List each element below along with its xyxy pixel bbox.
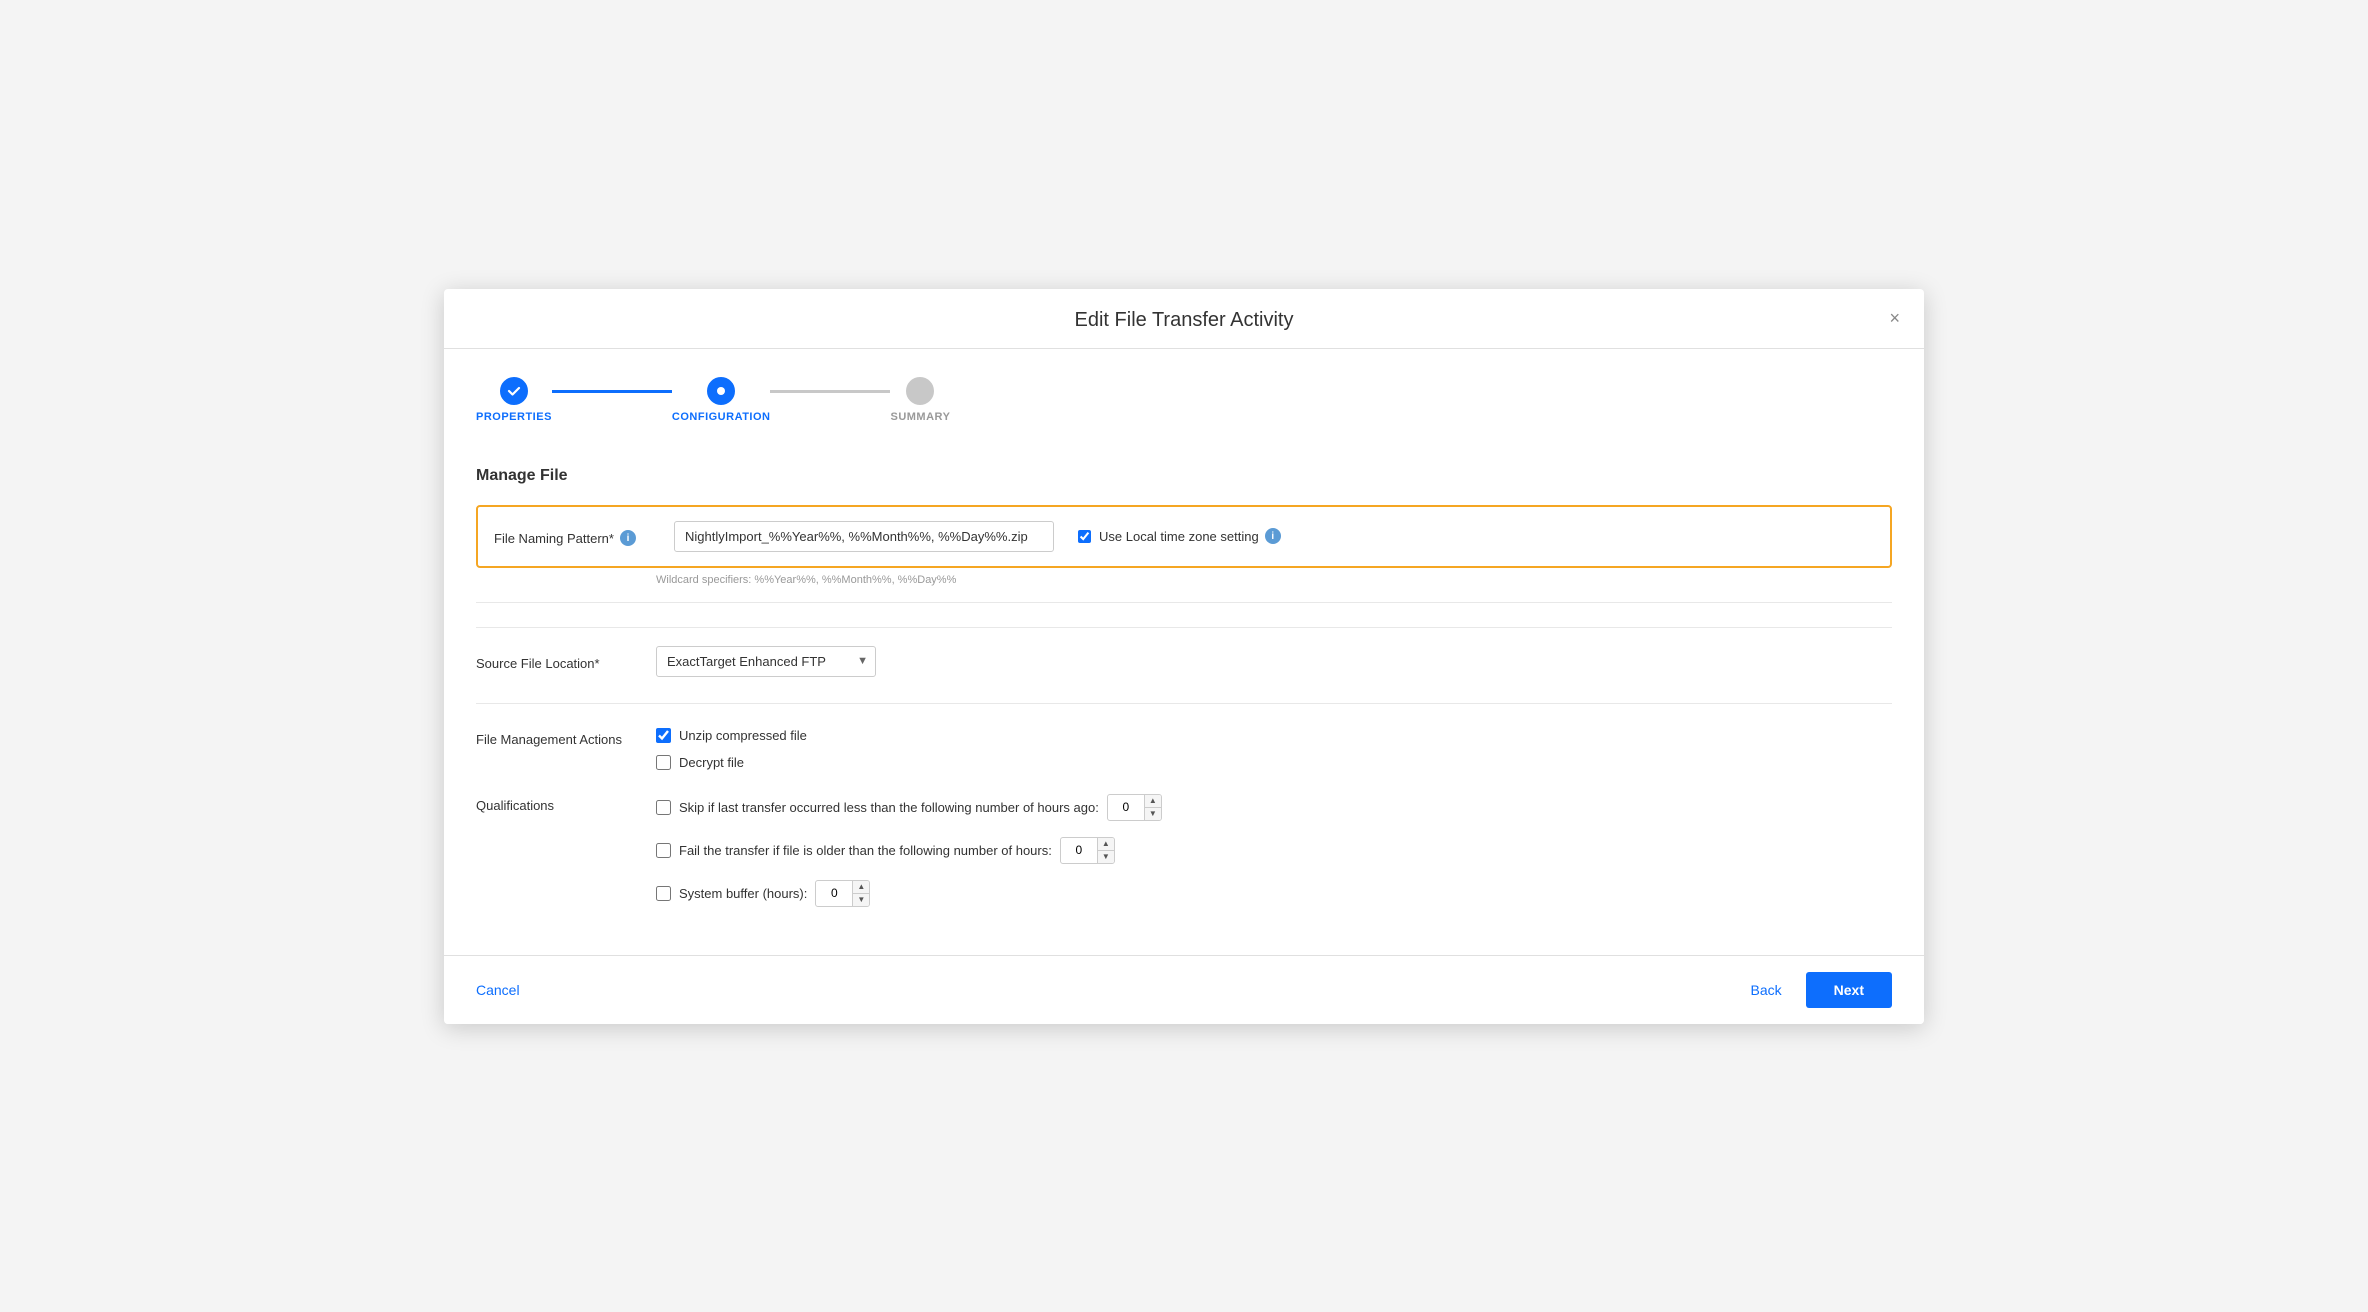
- skip-transfer-input[interactable]: [1108, 796, 1144, 818]
- skip-transfer-spinbox-btns: ▲ ▼: [1144, 795, 1161, 820]
- source-file-label: Source File Location*: [476, 652, 656, 671]
- connector-1: [552, 390, 672, 393]
- decrypt-label: Decrypt file: [679, 755, 744, 770]
- fail-transfer-label: Fail the transfer if file is older than …: [679, 843, 1052, 858]
- fail-transfer-row: Fail the transfer if file is older than …: [656, 837, 1162, 864]
- timezone-label: Use Local time zone setting i: [1099, 528, 1281, 544]
- step-label-properties: PROPERTIES: [476, 411, 552, 423]
- stepper: PROPERTIES CONFIGURATION SUMMARY: [444, 349, 1924, 443]
- buffer-decrement[interactable]: ▼: [853, 894, 869, 906]
- connector-2: [770, 390, 890, 393]
- step-circle-properties: [500, 377, 528, 405]
- source-file-select[interactable]: ExactTarget Enhanced FTP FTP SFTP: [656, 646, 876, 677]
- fail-transfer-input[interactable]: [1061, 839, 1097, 861]
- unzip-checkbox-row: Unzip compressed file: [656, 728, 807, 743]
- skip-transfer-checkbox[interactable]: [656, 800, 671, 815]
- file-naming-input[interactable]: [674, 521, 1054, 552]
- step-label-summary: SUMMARY: [890, 411, 950, 423]
- skip-transfer-decrement[interactable]: ▼: [1145, 808, 1161, 820]
- skip-transfer-spinbox: ▲ ▼: [1107, 794, 1162, 821]
- divider-1: [476, 602, 1892, 603]
- divider-2: [476, 703, 1892, 704]
- buffer-label: System buffer (hours):: [679, 886, 807, 901]
- modal-container: Edit File Transfer Activity × PROPERTIES…: [444, 289, 1924, 1024]
- source-file-select-wrapper: ExactTarget Enhanced FTP FTP SFTP ▼: [656, 646, 876, 677]
- qualifications-section: Qualifications Skip if last transfer occ…: [476, 794, 1892, 907]
- fail-transfer-increment[interactable]: ▲: [1098, 838, 1114, 851]
- step-circle-configuration: [707, 377, 735, 405]
- file-management-label: File Management Actions: [476, 728, 656, 770]
- fail-transfer-decrement[interactable]: ▼: [1098, 851, 1114, 863]
- decrypt-checkbox[interactable]: [656, 755, 671, 770]
- buffer-increment[interactable]: ▲: [853, 881, 869, 894]
- qualifications-label: Qualifications: [476, 794, 656, 907]
- timezone-checkbox-group: Use Local time zone setting i: [1078, 528, 1281, 544]
- fail-transfer-spinbox-btns: ▲ ▼: [1097, 838, 1114, 863]
- modal-title: Edit File Transfer Activity: [1075, 309, 1294, 332]
- timezone-info-icon[interactable]: i: [1265, 528, 1281, 544]
- footer-right: Back Next: [1739, 972, 1892, 1008]
- step-configuration: CONFIGURATION: [672, 377, 771, 423]
- cancel-button[interactable]: Cancel: [476, 974, 520, 1006]
- decrypt-checkbox-row: Decrypt file: [656, 755, 807, 770]
- modal-content: Manage File File Naming Pattern* i Use L…: [444, 443, 1924, 955]
- file-management-checkboxes: Unzip compressed file Decrypt file: [656, 728, 807, 770]
- back-button[interactable]: Back: [1739, 974, 1794, 1006]
- modal-header: Edit File Transfer Activity ×: [444, 289, 1924, 349]
- next-button[interactable]: Next: [1806, 972, 1892, 1008]
- buffer-input[interactable]: [816, 882, 852, 904]
- buffer-checkbox[interactable]: [656, 886, 671, 901]
- source-file-location-group: Source File Location* ExactTarget Enhanc…: [476, 627, 1892, 695]
- file-management-section: File Management Actions Unzip compressed…: [476, 728, 1892, 770]
- file-naming-label: File Naming Pattern* i: [494, 526, 674, 546]
- buffer-row: System buffer (hours): ▲ ▼: [656, 880, 1162, 907]
- skip-transfer-row: Skip if last transfer occurred less than…: [656, 794, 1162, 821]
- unzip-label: Unzip compressed file: [679, 728, 807, 743]
- close-button[interactable]: ×: [1885, 305, 1904, 331]
- step-circle-summary: [906, 377, 934, 405]
- file-naming-pattern-group: File Naming Pattern* i Use Local time zo…: [476, 505, 1892, 568]
- buffer-spinbox-btns: ▲ ▼: [852, 881, 869, 906]
- step-properties: PROPERTIES: [476, 377, 552, 423]
- unzip-checkbox[interactable]: [656, 728, 671, 743]
- buffer-spinbox: ▲ ▼: [815, 880, 870, 907]
- section-title: Manage File: [476, 467, 1892, 485]
- fail-transfer-spinbox: ▲ ▼: [1060, 837, 1115, 864]
- fail-transfer-checkbox[interactable]: [656, 843, 671, 858]
- file-naming-info-icon[interactable]: i: [620, 530, 636, 546]
- modal-footer: Cancel Back Next: [444, 955, 1924, 1024]
- skip-transfer-increment[interactable]: ▲: [1145, 795, 1161, 808]
- step-summary: SUMMARY: [890, 377, 950, 423]
- step-label-configuration: CONFIGURATION: [672, 411, 771, 423]
- qualifications-checkboxes: Skip if last transfer occurred less than…: [656, 794, 1162, 907]
- wildcard-hint: Wildcard specifiers: %%Year%%, %%Month%%…: [656, 574, 1892, 586]
- skip-transfer-label: Skip if last transfer occurred less than…: [679, 800, 1099, 815]
- timezone-checkbox[interactable]: [1078, 530, 1091, 543]
